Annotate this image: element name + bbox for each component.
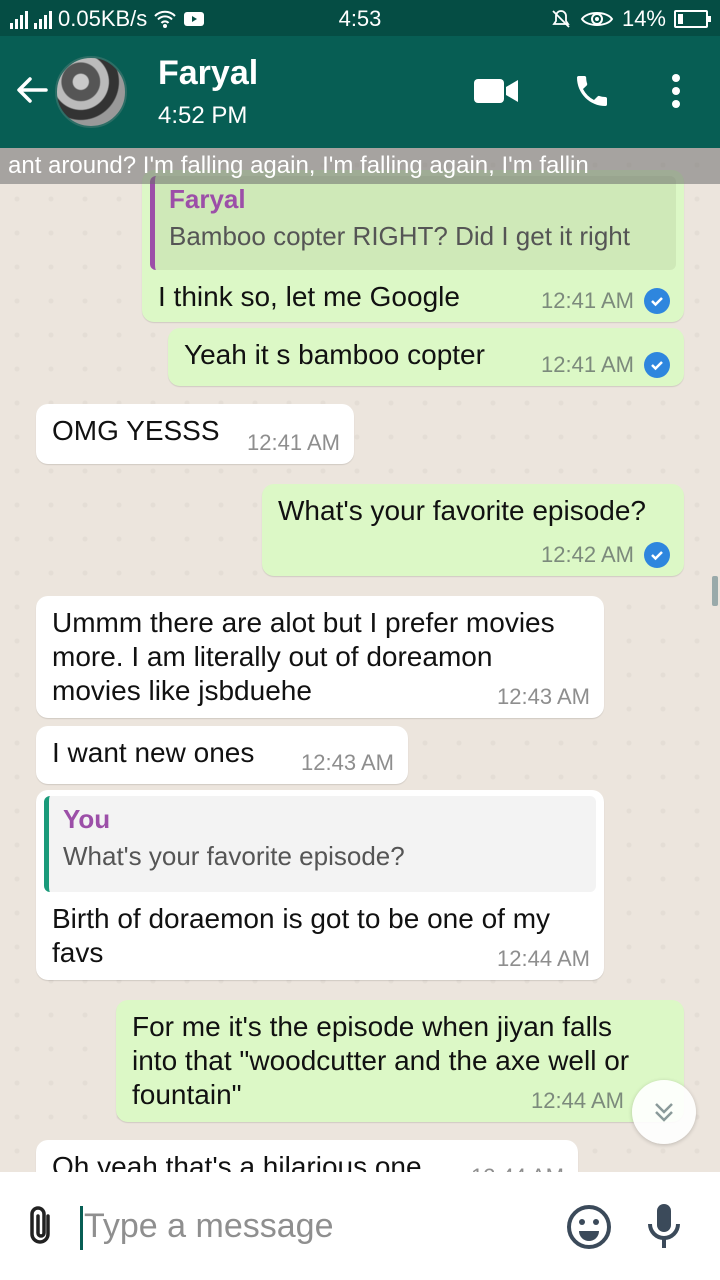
message-list[interactable]: Faryal Bamboo copter RIGHT? Did I get it…: [0, 148, 720, 1172]
message-time: 12:43 AM: [497, 684, 590, 709]
last-seen: 4:52 PM: [158, 102, 248, 129]
quoted-text: What's your favorite episode?: [63, 841, 405, 871]
message-meta: 12:44 AM: [531, 1088, 624, 1114]
emoji-icon[interactable]: [566, 1204, 612, 1250]
message-time: 12:41 AM: [247, 430, 340, 455]
phone-icon: [577, 76, 607, 106]
read-receipt-icon: [644, 288, 670, 314]
text-cursor: [80, 1206, 83, 1250]
message-meta: 12:41 AM: [541, 352, 670, 378]
video-camera-icon: [474, 79, 518, 103]
message-time: 12:44 AM: [531, 1088, 624, 1113]
now-playing-ticker: ant around? I'm falling again, I'm falli…: [0, 148, 720, 184]
message-outgoing[interactable]: Faryal Bamboo copter RIGHT? Did I get it…: [142, 170, 684, 322]
video-call-button[interactable]: [472, 66, 520, 116]
eye-icon: [580, 12, 614, 26]
quoted-text: Bamboo copter RIGHT? Did I get it right: [169, 221, 630, 251]
quoted-sender: You: [63, 804, 111, 834]
message-time: 12:43 AM: [301, 750, 394, 775]
message-time: 12:42 AM: [541, 542, 634, 567]
voice-call-button[interactable]: [568, 66, 616, 116]
bell-muted-icon: [552, 10, 570, 28]
message-incoming[interactable]: OMG YESSS 12:41 AM: [36, 404, 354, 464]
microphone-icon[interactable]: [644, 1202, 684, 1252]
message-meta: 12:41 AM: [247, 430, 340, 456]
message-time: 12:41 AM: [541, 352, 634, 377]
message-meta: 12:44 AM: [471, 1164, 564, 1172]
message-outgoing[interactable]: For me it's the episode when jiyan falls…: [116, 1000, 684, 1122]
more-options-button[interactable]: [652, 66, 700, 116]
message-outgoing[interactable]: What's your favorite episode? 12:42 AM: [262, 484, 684, 576]
read-receipt-icon: [644, 542, 670, 568]
message-time: 12:41 AM: [541, 288, 634, 313]
double-chevron-down-icon: [655, 1103, 673, 1122]
scroll-to-bottom-button[interactable]: [632, 1080, 696, 1144]
message-incoming[interactable]: Ummm there are alot but I prefer movies …: [36, 596, 604, 718]
chat-header: Faryal 4:52 PM: [0, 36, 720, 148]
compose-bar: [0, 1172, 720, 1280]
message-text: What's your favorite episode?: [278, 495, 646, 526]
message-incoming[interactable]: Oh yeah that's a hilarious one 12:44 AM: [36, 1140, 578, 1172]
message-meta: 12:43 AM: [301, 750, 394, 776]
contact-name[interactable]: Faryal: [158, 54, 258, 93]
battery-icon: [674, 10, 711, 28]
message-meta: 12:41 AM: [541, 288, 670, 314]
message-meta: 12:42 AM: [541, 542, 670, 568]
status-bar: 0.05KB/s 4:53 14%: [0, 0, 720, 36]
paperclip-icon[interactable]: [22, 1204, 62, 1248]
quoted-sender: Faryal: [169, 184, 246, 214]
scrollbar-thumb[interactable]: [712, 576, 718, 606]
message-time: 12:44 AM: [471, 1164, 564, 1172]
message-outgoing[interactable]: Yeah it s bamboo copter 12:41 AM: [168, 328, 684, 386]
quoted-message[interactable]: You What's your favorite episode?: [44, 796, 596, 892]
back-arrow-icon[interactable]: [12, 70, 52, 110]
contact-avatar[interactable]: [55, 56, 127, 128]
battery-percent: 14%: [621, 6, 666, 31]
message-input[interactable]: [84, 1202, 544, 1250]
overflow-menu-icon: [672, 74, 680, 108]
message-meta: 12:44 AM: [497, 946, 590, 972]
message-time: 12:44 AM: [497, 946, 590, 971]
message-meta: 12:43 AM: [497, 684, 590, 710]
quoted-message[interactable]: Faryal Bamboo copter RIGHT? Did I get it…: [150, 176, 676, 270]
read-receipt-icon: [644, 352, 670, 378]
message-incoming[interactable]: I want new ones 12:43 AM: [36, 726, 408, 784]
message-incoming[interactable]: You What's your favorite episode? Birth …: [36, 790, 604, 980]
